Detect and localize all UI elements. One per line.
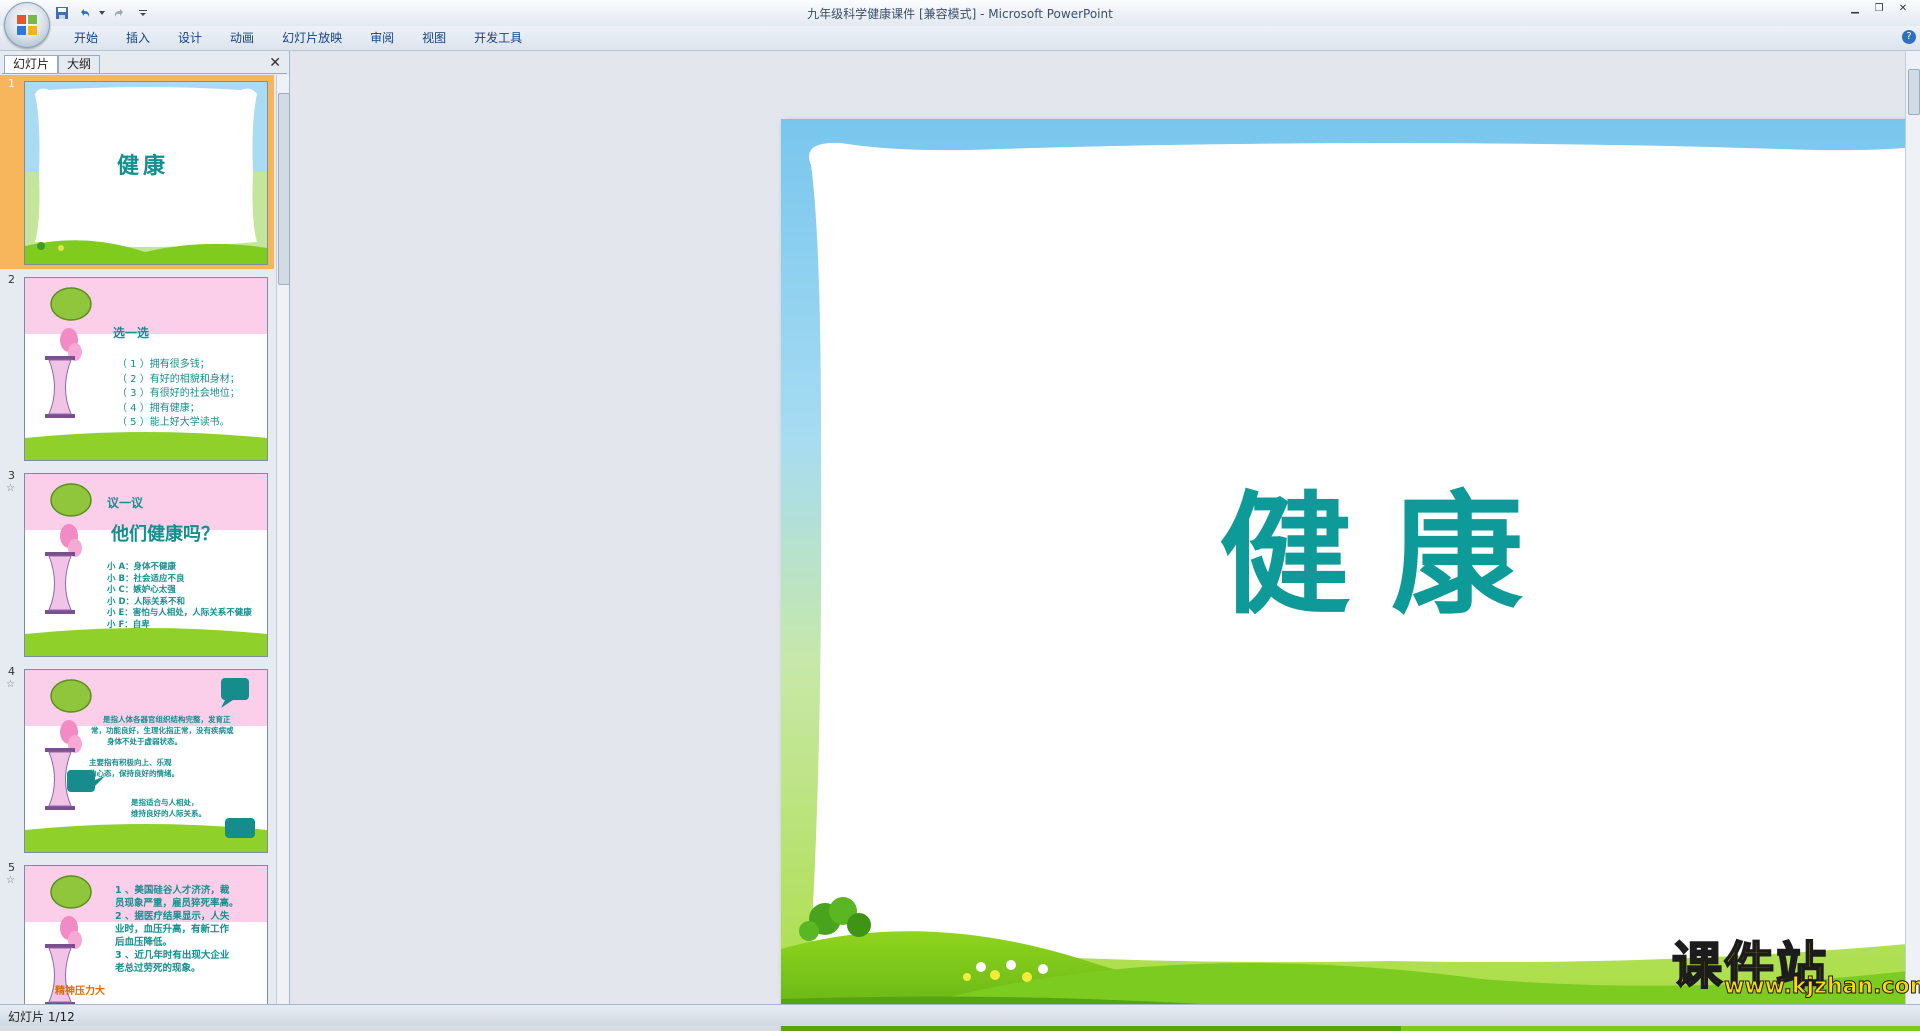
office-button[interactable] bbox=[4, 2, 50, 48]
body-line: 1 、美国硅谷人才济济，裁 bbox=[115, 885, 230, 896]
thumbnail-image: 议一议 他们健康吗？ 小 A：身体不健康 小 B：社会适应不良 小 C：嫉妒心太… bbox=[24, 473, 268, 657]
tab-slides[interactable]: 幻灯片 bbox=[4, 55, 59, 73]
slide-heading: 选一选 bbox=[113, 326, 150, 340]
body-line: 小 D：人际关系不和 bbox=[107, 596, 186, 607]
minimize-icon[interactable]: ▁ bbox=[1844, 2, 1866, 16]
window-controls: ▁ ❐ ✕ bbox=[1844, 2, 1914, 16]
body-line: 后血压降低。 bbox=[115, 937, 173, 948]
slides-pane: 幻灯片 大纲 ✕ 1 健康 2 选一选 （ 1 ）拥有很多钱； （ 2 ）有好的… bbox=[0, 51, 290, 1004]
slide-body: 1 、美国硅谷人才济济，裁 员现象严重，雇员猝死率高。 2 、据医疗结果显示，人… bbox=[115, 884, 239, 975]
body-line: 老总过劳死的现象。 bbox=[115, 963, 201, 974]
body-line: （ 5 ）能上好大学读书。 bbox=[117, 417, 230, 428]
scrollbar-thumb[interactable] bbox=[278, 93, 290, 285]
slide-editing-area: 健康 bbox=[290, 51, 1920, 1031]
watermark-logo: 课件站 www.kjzhan.com bbox=[1671, 926, 1920, 1000]
body-line: 是指人体各器官组织结构完整，发育正 bbox=[103, 715, 231, 724]
body-line: 主要指有积极向上、乐观 bbox=[89, 758, 172, 767]
tab-design[interactable]: 设计 bbox=[164, 29, 216, 47]
body-line: 维持良好的人际关系。 bbox=[131, 809, 206, 818]
animation-star-icon: ☆ bbox=[6, 875, 15, 886]
slide-title[interactable]: 健康 bbox=[781, 449, 1920, 640]
body-line: 小 E：害怕与人相处，人际关系不健康 bbox=[107, 608, 252, 618]
body-line: （ 2 ）有好的相貌和身材； bbox=[117, 373, 240, 385]
body-line: （ 1 ）拥有很多钱； bbox=[117, 359, 210, 370]
close-icon[interactable]: ✕ bbox=[1892, 2, 1914, 16]
status-bar: 幻灯片 1/12 bbox=[0, 1004, 1920, 1026]
slide-thumbnail-5[interactable]: 5 ☆ 1 、美国硅谷人才济济，裁 员现象严重，雇员猝死率高。 2 、据医疗结果… bbox=[0, 859, 274, 1004]
close-icon[interactable]: ✕ bbox=[269, 55, 281, 71]
office-logo-icon bbox=[17, 15, 37, 35]
body-line: 2 、据医疗结果显示，人失 bbox=[115, 911, 230, 922]
window-title: 九年级科学健康课件 [兼容模式] - Microsoft PowerPoint bbox=[807, 7, 1113, 21]
body-line: 身体不处于虚弱状态。 bbox=[107, 737, 182, 746]
body-line: 小 B：社会适应不良 bbox=[107, 573, 185, 584]
slide-title: 健康 bbox=[117, 154, 170, 179]
animation-star-icon: ☆ bbox=[6, 679, 15, 690]
slide-thumbnail-1[interactable]: 1 健康 bbox=[0, 75, 274, 269]
thumbnail-image: 1 、美国硅谷人才济济，裁 员现象严重，雇员猝死率高。 2 、据医疗结果显示，人… bbox=[24, 865, 268, 1004]
slide-heading: 他们健康吗？ bbox=[111, 524, 219, 545]
ribbon-tabs: 开始 插入 设计 动画 幻灯片放映 审阅 视图 开发工具 bbox=[60, 29, 536, 47]
body-line: 小 C：嫉妒心太强 bbox=[107, 585, 176, 595]
tab-insert[interactable]: 插入 bbox=[112, 29, 164, 47]
thumbnail-image: 健康 bbox=[24, 81, 268, 265]
title-bar: 九年级科学健康课件 [兼容模式] - Microsoft PowerPoint … bbox=[0, 0, 1920, 48]
slide-number: 4 bbox=[8, 665, 15, 678]
slide-number: 1 bbox=[8, 77, 15, 90]
slide-thumbnail-4[interactable]: 4 ☆ 是指人体各器官组织结构完整，发育正 常，功能良好，生理化指正常，没有疾病… bbox=[0, 663, 274, 857]
body-line: （ 4 ）拥有健康； bbox=[117, 402, 200, 414]
scrollbar-thumb[interactable] bbox=[1908, 69, 1920, 115]
slide-number: 3 bbox=[8, 469, 15, 482]
current-slide[interactable]: 健康 bbox=[781, 119, 1920, 1031]
tab-home[interactable]: 开始 bbox=[60, 29, 112, 47]
body-line: 是指适合与人相处， bbox=[131, 798, 199, 807]
body-line: 小 F：自卑 bbox=[107, 619, 150, 630]
tab-animations[interactable]: 动画 bbox=[216, 29, 268, 47]
slide-body: 是指人体各器官组织结构完整，发育正 常，功能良好，生理化指正常，没有疾病或 身体… bbox=[89, 714, 234, 819]
slide-footer: 精神压力大 bbox=[55, 986, 105, 997]
body-line: 小 A：身体不健康 bbox=[107, 562, 177, 572]
slide-body: （ 1 ）拥有很多钱； （ 2 ）有好的相貌和身材； （ 3 ）有很好的社会地位… bbox=[117, 358, 240, 431]
pane-tabs: 幻灯片 大纲 ✕ bbox=[2, 53, 287, 74]
thumbnail-scrollbar[interactable] bbox=[276, 75, 290, 1004]
thumbnail-image: 选一选 （ 1 ）拥有很多钱； （ 2 ）有好的相貌和身材； （ 3 ）有很好的… bbox=[24, 277, 268, 461]
slide-thumbnail-3[interactable]: 3 ☆ 议一议 他们健康吗？ 小 A：身体不健康 小 B：社会适应不良 小 C：… bbox=[0, 467, 274, 661]
animation-star-icon: ☆ bbox=[6, 483, 15, 494]
slide-count-status: 幻灯片 1/12 bbox=[8, 1010, 75, 1024]
tab-developer[interactable]: 开发工具 bbox=[460, 29, 536, 47]
body-line: （ 3 ）有很好的社会地位； bbox=[117, 388, 240, 399]
body-line: 的心态，保持良好的情绪。 bbox=[89, 769, 179, 778]
body-line: 员现象严重，雇员猝死率高。 bbox=[115, 898, 239, 909]
body-line: 常，功能良好，生理化指正常，没有疾病或 bbox=[91, 726, 234, 735]
slide-thumbnails: 1 健康 2 选一选 （ 1 ）拥有很多钱； （ 2 ）有好的相貌和身材； （ … bbox=[0, 75, 274, 1004]
thumbnail-image: 是指人体各器官组织结构完整，发育正 常，功能良好，生理化指正常，没有疾病或 身体… bbox=[24, 669, 268, 853]
slide-thumbnail-2[interactable]: 2 选一选 （ 1 ）拥有很多钱； （ 2 ）有好的相貌和身材； （ 3 ）有很… bbox=[0, 271, 274, 465]
slide-scrollbar[interactable] bbox=[1905, 51, 1920, 1004]
tab-view[interactable]: 视图 bbox=[408, 29, 460, 47]
body-line: 业时，血压升高，有新工作 bbox=[115, 924, 230, 935]
tab-slideshow[interactable]: 幻灯片放映 bbox=[268, 29, 356, 47]
slide-body: 小 A：身体不健康 小 B：社会适应不良 小 C：嫉妒心太强 小 D：人际关系不… bbox=[107, 562, 252, 631]
help-icon[interactable]: ? bbox=[1902, 30, 1916, 44]
watermark-url: www.kjzhan.com bbox=[1724, 974, 1920, 1000]
slide-number: 2 bbox=[8, 273, 15, 286]
ribbon: 开始 插入 设计 动画 幻灯片放映 审阅 视图 开发工具 ? bbox=[0, 26, 1920, 51]
restore-icon[interactable]: ❐ bbox=[1868, 2, 1890, 16]
tab-outline[interactable]: 大纲 bbox=[58, 55, 101, 73]
body-line: 3 、近几年时有出现大企业 bbox=[115, 950, 230, 961]
tab-review[interactable]: 审阅 bbox=[356, 29, 408, 47]
slide-number: 5 bbox=[8, 861, 15, 874]
slide-subheading: 议一议 bbox=[107, 496, 144, 510]
